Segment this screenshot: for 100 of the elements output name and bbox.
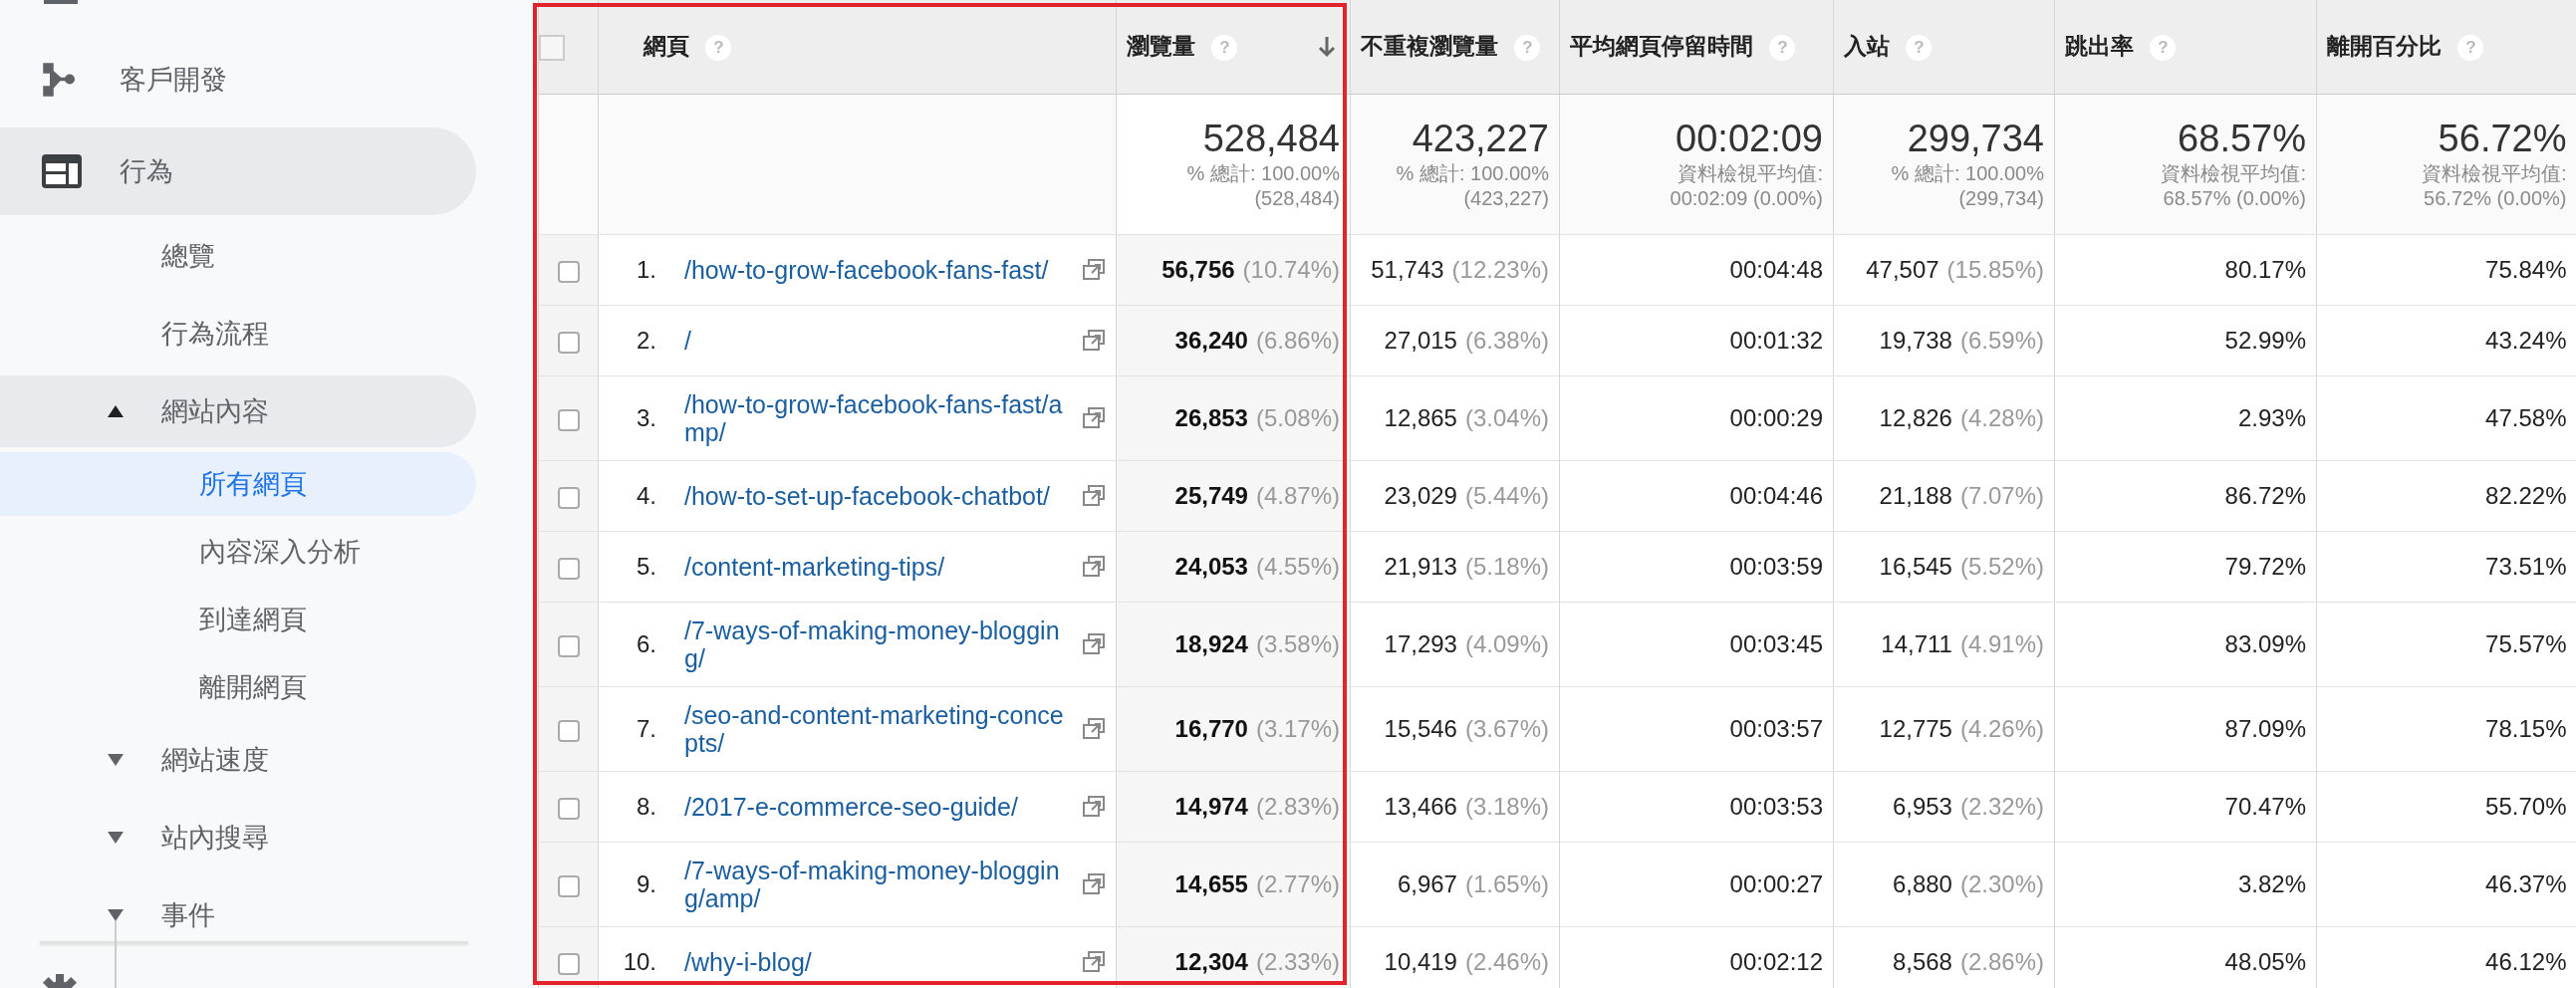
share-percent: (6.59%) (1959, 327, 2044, 355)
nav-item[interactable]: 到達網頁 (0, 588, 476, 651)
page-link[interactable]: /how-to-set-up-facebook-chatbot/ (684, 468, 1068, 524)
page-link[interactable]: /how-to-grow-facebook-fans-fast/ (684, 242, 1068, 298)
share-percent: (4.09%) (1464, 630, 1549, 658)
table-cell: 14,655 (1174, 870, 1248, 898)
branch-icon (42, 62, 78, 98)
column-header[interactable]: 平均網頁停留時間 ? (1559, 0, 1834, 95)
page-link[interactable]: /2017-e-commerce-seo-guide/ (684, 779, 1068, 835)
open-link-icon[interactable] (1082, 407, 1106, 429)
table-cell: 6,953 (1892, 793, 1952, 821)
row-checkbox[interactable] (557, 260, 580, 283)
page-link[interactable]: /how-to-grow-facebook-fans-fast/amp/ (684, 376, 1068, 460)
open-link-icon[interactable] (1082, 873, 1106, 895)
row-checkbox[interactable] (557, 874, 580, 897)
share-percent: (6.38%) (1464, 327, 1549, 355)
open-link-icon[interactable] (1082, 796, 1106, 818)
row-number: 4. (636, 482, 656, 510)
row-checkbox[interactable] (557, 331, 580, 354)
select-all-checkbox[interactable] (539, 35, 565, 62)
row-number: 5. (636, 553, 656, 581)
column-header[interactable]: 不重複瀏覽量 ? (1350, 0, 1560, 95)
open-link-icon[interactable] (1082, 259, 1106, 281)
row-number: 10. (622, 948, 656, 976)
page-link[interactable]: /7-ways-of-making-money-blogging/ (684, 603, 1068, 686)
nav-item[interactable]: 網站速度 (0, 724, 476, 796)
share-percent: (4.91%) (1959, 630, 2044, 658)
sort-arrow-icon[interactable] (1318, 36, 1336, 58)
column-header[interactable]: 跳出率 ? (2054, 0, 2317, 95)
table-cell: 25,749 (1174, 482, 1248, 510)
column-header[interactable]: 網頁 ? (598, 0, 1117, 95)
table-cell: 19,738 (1879, 327, 1952, 355)
page-link[interactable]: /content-marketing-tips/ (684, 539, 1068, 595)
table-cell: 47,507 (1866, 256, 1939, 284)
row-number: 9. (636, 870, 656, 898)
table-cell: 12,775 (1879, 715, 1952, 743)
row-checkbox[interactable] (557, 486, 580, 509)
table-cell: 00:04:46 (1729, 482, 1823, 510)
total-note: 56.72% (0.00%) (2423, 185, 2567, 211)
table-cell: 73.51% (2485, 553, 2567, 581)
table-cell: 55.70% (2485, 793, 2567, 821)
share-percent: (5.08%) (1255, 404, 1340, 432)
table-cell: 46.37% (2485, 870, 2567, 898)
row-checkbox[interactable] (557, 952, 580, 975)
nav-item[interactable]: 內容深入分析 (0, 520, 476, 584)
share-percent: (3.17%) (1255, 715, 1340, 743)
table-cell: 00:04:48 (1729, 256, 1823, 284)
table-cell: 21,913 (1384, 553, 1457, 581)
page-link[interactable]: / (684, 313, 1068, 369)
nav-item[interactable]: 網站內容 (0, 375, 476, 447)
share-percent: (12.23%) (1451, 256, 1549, 284)
page-link[interactable]: /why-i-blog/ (684, 934, 1068, 988)
total-value: 299,734 (1906, 118, 2044, 161)
nav-item[interactable]: 事件 (0, 879, 476, 951)
table-cell: 00:03:53 (1729, 793, 1823, 821)
share-percent: (4.55%) (1255, 553, 1340, 581)
row-checkbox[interactable] (557, 797, 580, 820)
row-checkbox[interactable] (557, 557, 580, 580)
nav-item[interactable]: 客戶開發 (0, 36, 476, 124)
open-link-icon[interactable] (1082, 718, 1106, 740)
row-checkbox[interactable] (557, 408, 580, 431)
column-header[interactable]: 入站 ? (1833, 0, 2055, 95)
nav-item[interactable]: 離開網頁 (0, 655, 476, 719)
share-percent: (2.83%) (1255, 793, 1340, 821)
column-header[interactable]: 瀏覽量 ? (1116, 0, 1351, 95)
open-link-icon[interactable] (1082, 485, 1106, 507)
share-percent: (2.86%) (1959, 948, 2044, 976)
table-cell: 00:03:45 (1729, 630, 1823, 658)
page-link[interactable]: /seo-and-content-marketing-concepts/ (684, 687, 1068, 771)
total-note: 資料檢視平均值: (1676, 160, 1823, 186)
row-number: 7. (636, 715, 656, 743)
column-header[interactable]: 離開百分比 ? (2316, 0, 2576, 95)
nav-item[interactable]: 站內搜尋 (0, 802, 476, 873)
open-link-icon[interactable] (1082, 633, 1106, 655)
share-percent: (10.74%) (1242, 256, 1340, 284)
open-link-icon[interactable] (1082, 330, 1106, 352)
row-checkbox[interactable] (557, 634, 580, 657)
nav-item[interactable]: 所有網頁 (0, 452, 476, 516)
share-percent: (1.65%) (1464, 870, 1549, 898)
row-number: 2. (636, 327, 656, 355)
total-note: 資料檢視平均值: (2160, 160, 2306, 186)
row-checkbox[interactable] (557, 719, 580, 742)
open-link-icon[interactable] (1082, 556, 1106, 578)
nav-item[interactable]: 行為 (0, 127, 476, 215)
nav-item[interactable]: 行為流程 (0, 298, 476, 370)
table-cell: 12,865 (1384, 404, 1457, 432)
nav-item[interactable]: 總覽 (0, 220, 476, 292)
table-cell: 16,545 (1879, 553, 1952, 581)
share-percent: (2.33%) (1255, 948, 1340, 976)
page-link[interactable]: /7-ways-of-making-money-blogging/amp/ (684, 843, 1068, 926)
bar-icon (44, 0, 78, 4)
total-note: 資料檢視平均值: (2420, 160, 2567, 186)
row-number: 3. (636, 404, 656, 432)
table-cell: 36,240 (1174, 327, 1248, 355)
table-cell: 47.58% (2485, 404, 2567, 432)
total-note: 68.57% (0.00%) (2162, 185, 2306, 211)
layout-icon (42, 154, 82, 188)
total-note: (423,227) (1462, 185, 1549, 211)
open-link-icon[interactable] (1082, 951, 1106, 973)
table-cell: 00:00:29 (1729, 404, 1823, 432)
